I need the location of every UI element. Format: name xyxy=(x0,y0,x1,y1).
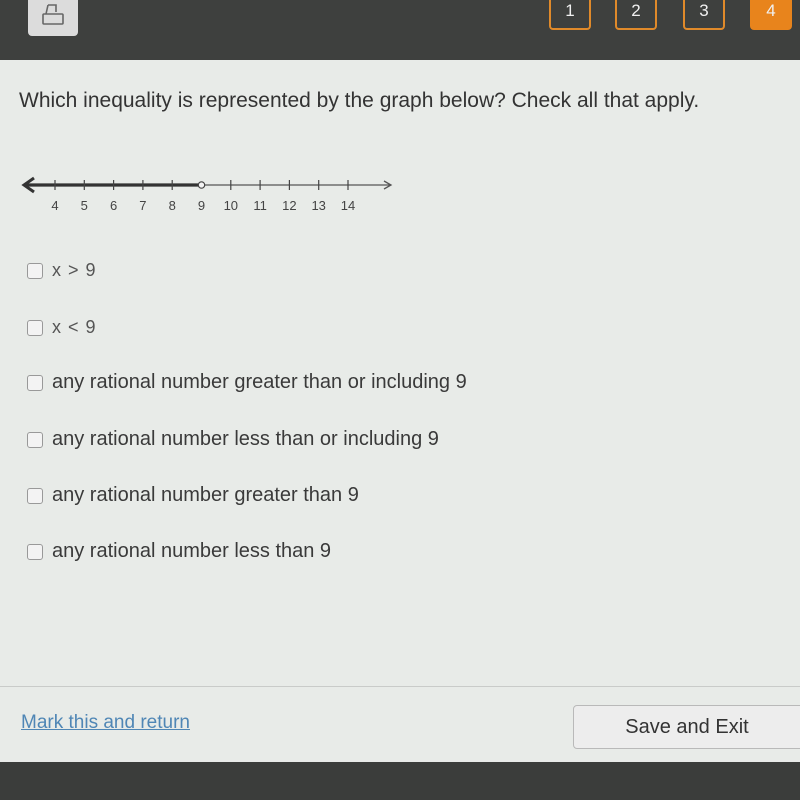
checkbox[interactable] xyxy=(27,543,43,560)
question-nav-2[interactable]: 2 xyxy=(615,0,657,30)
checkbox[interactable] xyxy=(27,262,43,279)
option-label: x > 9 xyxy=(52,260,97,280)
option-label: any rational number greater than 9 xyxy=(52,484,359,506)
tick-label: 7 xyxy=(139,198,146,213)
tick-label: 4 xyxy=(51,198,58,213)
question-panel: Which inequality is represented by the g… xyxy=(0,60,800,762)
bottom-bar xyxy=(0,762,800,800)
tick-label: 12 xyxy=(282,198,296,213)
tick-label: 10 xyxy=(224,198,238,213)
top-bar: 1 2 3 4 xyxy=(0,0,800,60)
option-less-than-9[interactable]: any rational number less than 9 xyxy=(27,540,331,563)
option-label: any rational number less than 9 xyxy=(52,540,332,562)
option-x-greater-9[interactable]: x > 9 xyxy=(27,260,97,281)
tick-label: 13 xyxy=(311,198,325,213)
printer-icon xyxy=(42,4,64,25)
footer-divider xyxy=(0,686,800,687)
checkbox[interactable] xyxy=(27,431,43,448)
checkbox[interactable] xyxy=(27,374,43,391)
open-circle-point xyxy=(197,181,206,189)
question-nav-1[interactable]: 1 xyxy=(549,0,591,30)
print-button[interactable] xyxy=(28,0,78,36)
option-less-or-including-9[interactable]: any rational number less than or includi… xyxy=(27,428,439,451)
option-label: any rational number less than or includi… xyxy=(52,428,439,450)
question-text: Which inequality is represented by the g… xyxy=(19,89,700,112)
number-line-graph: 4 5 6 7 8 9 10 11 12 13 14 xyxy=(21,176,393,213)
tick-label: 9 xyxy=(198,198,205,213)
question-nav-3[interactable]: 3 xyxy=(683,0,725,30)
option-label: x < 9 xyxy=(52,317,97,337)
tick-label: 5 xyxy=(81,198,88,213)
option-greater-than-9[interactable]: any rational number greater than 9 xyxy=(27,484,359,507)
tick-label: 14 xyxy=(341,198,355,213)
question-nav-4-current[interactable]: 4 xyxy=(750,0,792,30)
tick-label: 8 xyxy=(169,198,176,213)
tick-label: 6 xyxy=(110,198,117,213)
tick-label: 11 xyxy=(253,198,267,213)
checkbox[interactable] xyxy=(27,487,43,504)
option-x-less-9[interactable]: x < 9 xyxy=(27,317,97,338)
option-label: any rational number greater than or incl… xyxy=(52,371,467,393)
save-and-exit-button[interactable]: Save and Exit xyxy=(573,705,800,749)
checkbox[interactable] xyxy=(27,319,43,336)
mark-and-return-link[interactable]: Mark this and return xyxy=(21,712,190,734)
option-greater-or-including-9[interactable]: any rational number greater than or incl… xyxy=(27,371,467,394)
